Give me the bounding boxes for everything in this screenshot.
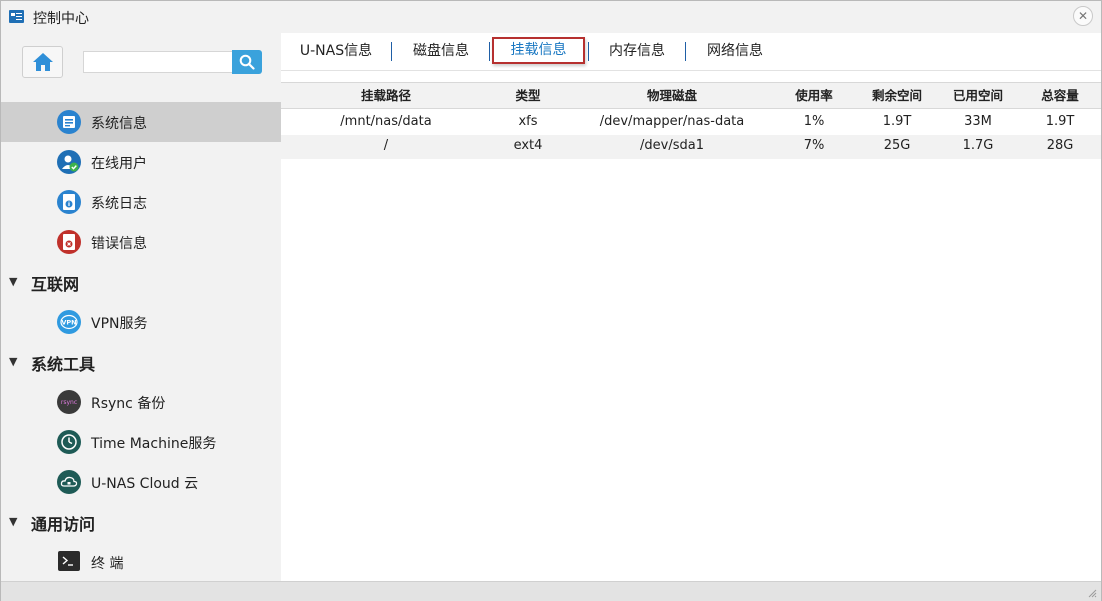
cell-mount-path: /	[383, 138, 389, 153]
cell-mount-path: /mnt/nas/data	[340, 114, 432, 129]
tab-disk-info[interactable]: 磁盘信息	[405, 40, 477, 66]
tab-separator	[489, 42, 490, 61]
caret-down-icon: ▼	[9, 275, 18, 288]
column-header-type[interactable]: 类型	[491, 83, 565, 108]
vpn-icon: VPN	[57, 310, 81, 334]
cell-type: xfs	[518, 114, 538, 129]
sidebar-group-internet[interactable]: ▼ 互联网	[1, 262, 281, 302]
rsync-icon: rsync	[57, 390, 81, 414]
sidebar-group-label: 系统工具	[31, 355, 96, 374]
control-center-app-icon	[9, 10, 24, 23]
cell-usage: 1%	[803, 114, 825, 129]
cell-physical-disk: /dev/sda1	[640, 138, 704, 153]
sidebar-group-general-access[interactable]: ▼ 通用访问	[1, 502, 281, 542]
close-button[interactable]: ✕	[1073, 6, 1093, 26]
sidebar-item-label: 系统信息	[91, 116, 147, 132]
sidebar-item-error-info[interactable]: 错误信息	[1, 222, 281, 262]
sidebar-item-time-machine[interactable]: Time Machine服务	[1, 422, 281, 462]
tab-separator	[685, 42, 686, 61]
online-user-icon	[57, 150, 81, 174]
tab-network-info[interactable]: 网络信息	[699, 40, 771, 66]
system-info-icon	[57, 110, 81, 134]
window-title: 控制中心	[33, 11, 89, 27]
resize-grip-icon[interactable]	[1087, 588, 1097, 598]
sidebar-item-online-users[interactable]: 在线用户	[1, 142, 281, 182]
tab-unas-info[interactable]: U-NAS信息	[295, 40, 377, 66]
svg-text:VPN: VPN	[61, 319, 76, 327]
cell-type: ext4	[513, 138, 543, 153]
sidebar-group-system-tools[interactable]: ▼ 系统工具	[1, 342, 281, 382]
svg-text:rsync: rsync	[61, 399, 77, 406]
home-icon	[33, 53, 53, 71]
main-panel: U-NAS信息 磁盘信息 挂载信息 内存信息 网络信息 挂载路径 类型 物理磁盘…	[281, 33, 1101, 581]
cell-physical-disk: /dev/mapper/nas-data	[599, 114, 745, 129]
sidebar-item-cloud[interactable]: U-NAS Cloud 云	[1, 462, 281, 502]
search-icon	[239, 54, 255, 70]
sidebar-group-label: 互联网	[31, 275, 80, 294]
title-bar: 控制中心 ✕	[1, 1, 1101, 33]
mount-table-header: 挂载路径 类型 物理磁盘 使用率 剩余空间 已用空间 总容量	[281, 82, 1101, 109]
column-header-free-space[interactable]: 剩余空间	[849, 83, 945, 108]
error-info-icon	[57, 230, 81, 254]
column-header-total-capacity[interactable]: 总容量	[1019, 83, 1101, 108]
sidebar-item-label: 终 端	[91, 556, 124, 572]
tab-memory-info[interactable]: 内存信息	[601, 40, 673, 66]
sidebar: 系统信息 在线用户 系统日志 错误信息 ▼ 互联网 VPN VPN服务 ▼ 系统…	[1, 33, 281, 581]
sidebar-item-label: Time Machine服务	[91, 436, 217, 452]
sidebar-item-label: 错误信息	[91, 236, 147, 252]
sidebar-group-label: 通用访问	[31, 515, 96, 534]
cloud-icon	[57, 470, 81, 494]
tab-separator	[588, 42, 589, 61]
tab-separator	[391, 42, 392, 61]
sidebar-item-terminal[interactable]: 终 端	[1, 542, 281, 582]
cell-used-space: 1.7G	[962, 138, 994, 153]
search-input[interactable]	[83, 51, 233, 73]
cell-free-space: 25G	[883, 138, 911, 153]
caret-down-icon: ▼	[9, 515, 18, 528]
cell-free-space: 1.9T	[882, 114, 912, 129]
caret-down-icon: ▼	[9, 355, 18, 368]
status-bar	[1, 581, 1101, 601]
sidebar-item-label: 系统日志	[91, 196, 147, 212]
search-button[interactable]	[232, 50, 262, 74]
sidebar-item-system-log[interactable]: 系统日志	[1, 182, 281, 222]
system-log-icon	[57, 190, 81, 214]
column-header-physical-disk[interactable]: 物理磁盘	[565, 83, 779, 108]
sidebar-item-rsync[interactable]: rsync Rsync 备份	[1, 382, 281, 422]
sidebar-item-label: U-NAS Cloud 云	[91, 476, 199, 492]
sidebar-item-system-info[interactable]: 系统信息	[1, 102, 281, 142]
column-header-usage[interactable]: 使用率	[779, 83, 849, 108]
sidebar-item-label: 在线用户	[91, 156, 147, 172]
cell-total-capacity: 28G	[1046, 138, 1074, 153]
tab-bar: U-NAS信息 磁盘信息 挂载信息 内存信息 网络信息	[281, 33, 1101, 71]
control-center-window: 控制中心 ✕ 系统信息 在线用户 系统日志 错误信息 ▼ 互联网 VPN VPN…	[0, 0, 1102, 601]
column-header-used-space[interactable]: 已用空间	[937, 83, 1019, 108]
table-row[interactable]: /mnt/nas/data xfs /dev/mapper/nas-data 1…	[281, 111, 1101, 135]
home-button[interactable]	[22, 46, 63, 78]
tab-mount-info[interactable]: 挂载信息	[492, 37, 585, 64]
table-row[interactable]: / ext4 /dev/sda1 7% 25G 1.7G 28G	[281, 135, 1101, 159]
sidebar-item-label: Rsync 备份	[91, 396, 166, 412]
terminal-icon	[58, 551, 80, 571]
sidebar-item-label: VPN服务	[91, 316, 148, 332]
column-header-mount-path[interactable]: 挂载路径	[281, 83, 491, 108]
sidebar-item-vpn[interactable]: VPN VPN服务	[1, 302, 281, 342]
cell-used-space: 33M	[964, 114, 992, 129]
time-machine-icon	[57, 430, 81, 454]
cell-total-capacity: 1.9T	[1045, 114, 1075, 129]
cell-usage: 7%	[803, 138, 825, 153]
